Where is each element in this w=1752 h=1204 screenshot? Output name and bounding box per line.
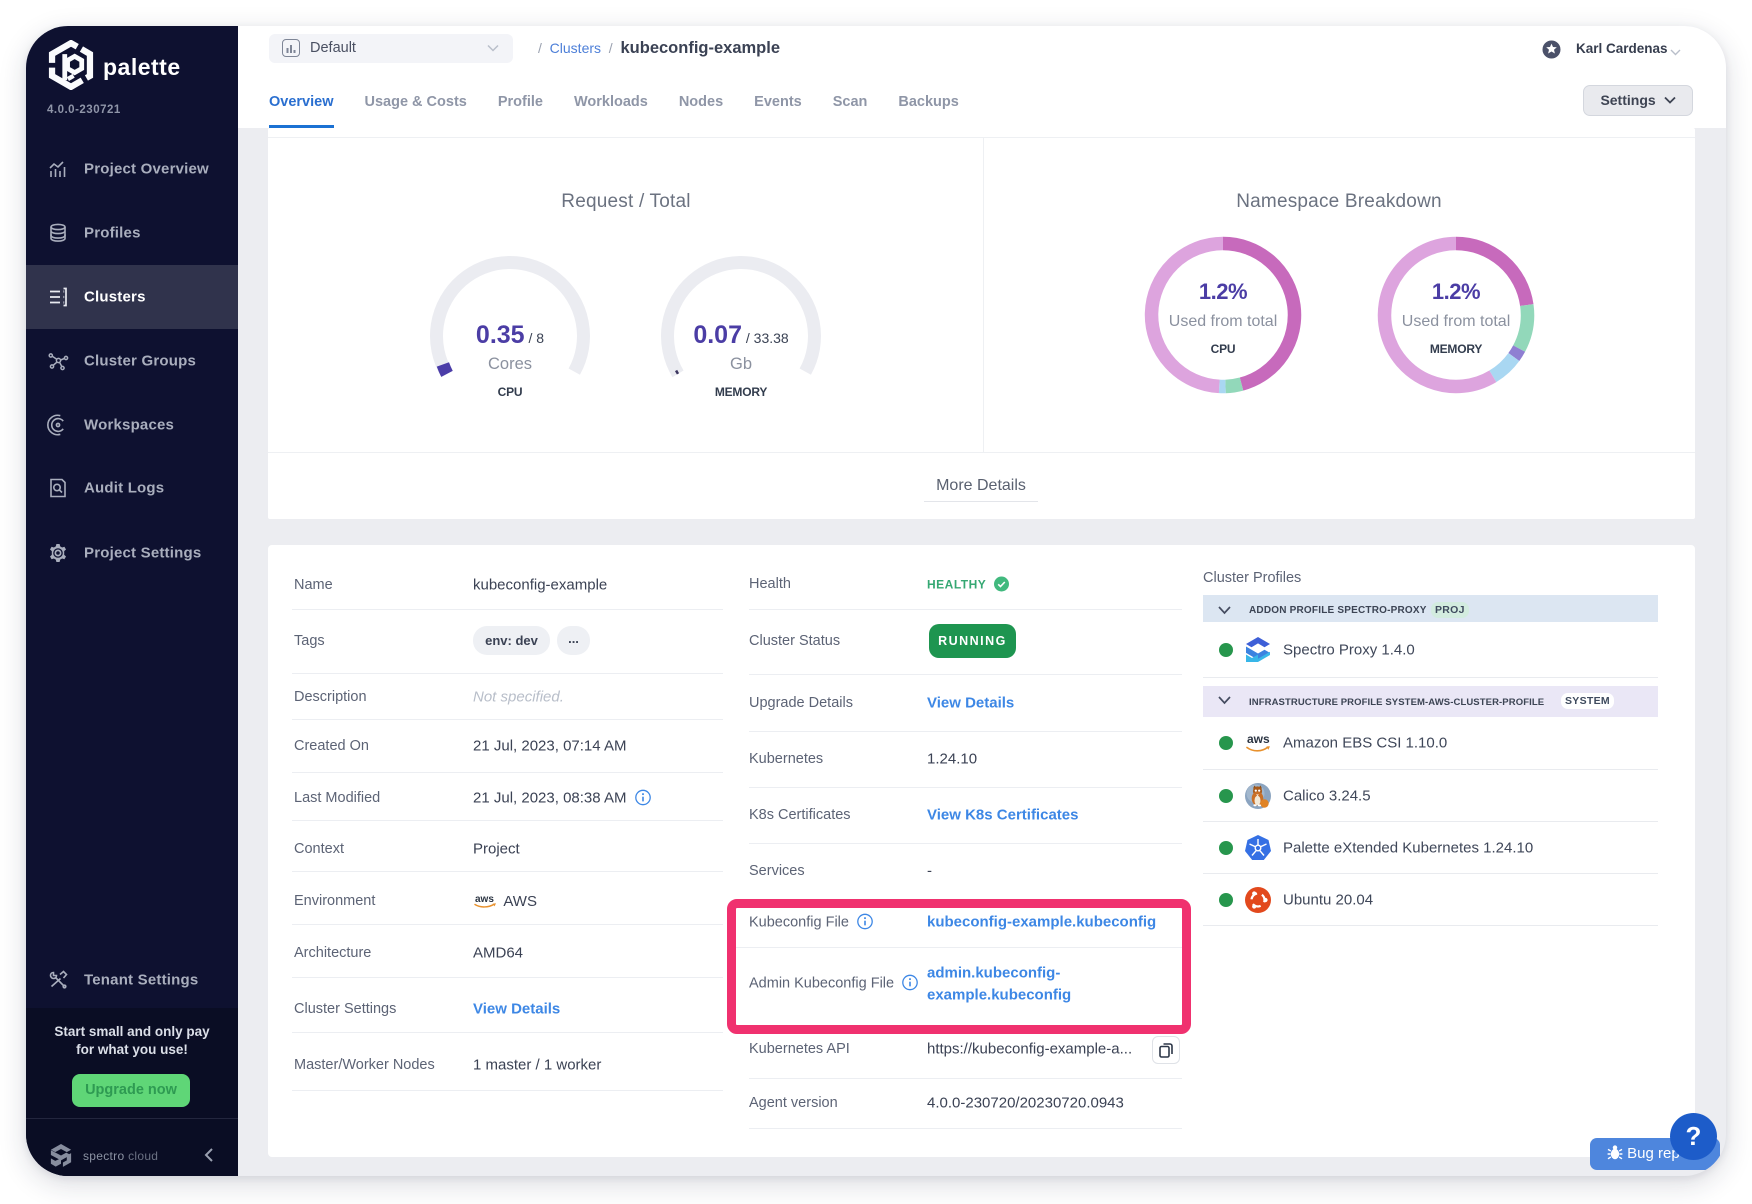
svg-text:aws: aws: [1247, 732, 1270, 746]
svg-text:aws: aws: [475, 894, 494, 905]
